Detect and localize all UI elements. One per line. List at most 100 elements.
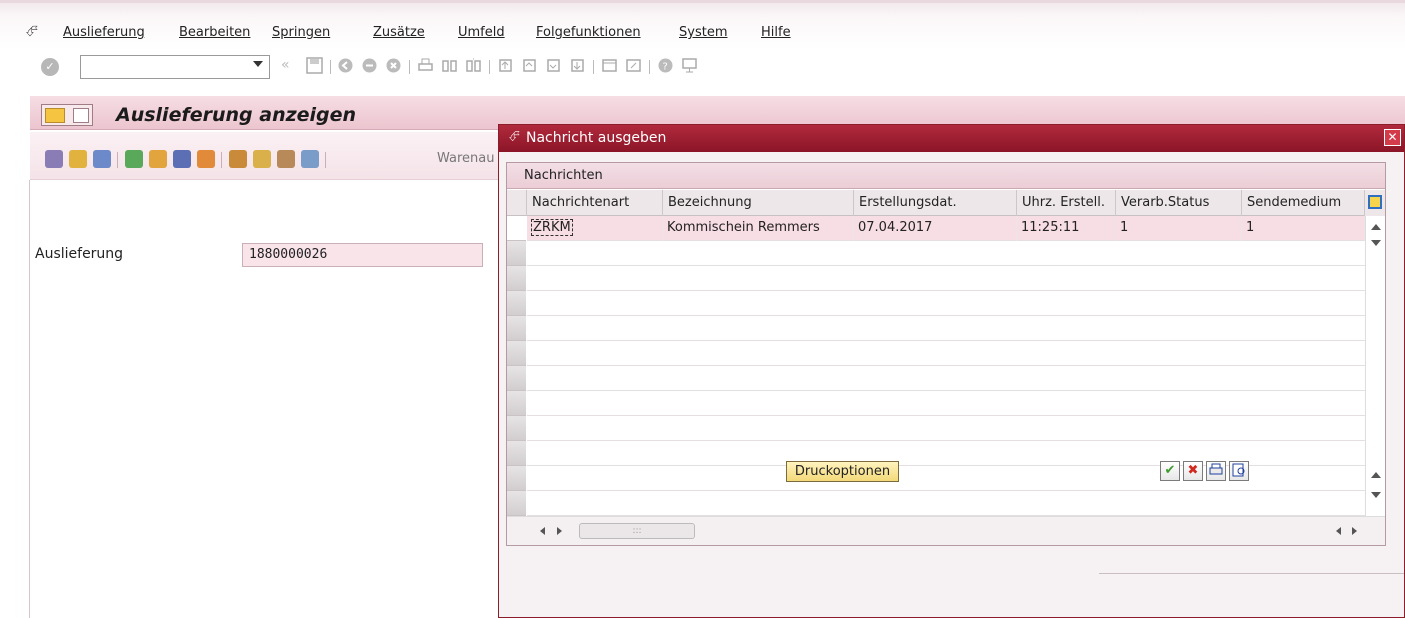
erstellungsdatum-cell: 07.04.2017 [854, 216, 1017, 241]
find-icon[interactable] [441, 57, 458, 74]
dialog-title: Nachricht ausgeben [526, 130, 667, 146]
scroll-left-end-icon[interactable] [1336, 527, 1341, 535]
verarbeitungsstatus-cell: 1 [1116, 216, 1242, 241]
table-row[interactable]: ZRKM Kommischein Remmers 07.04.2017 11:2… [527, 216, 1365, 241]
enter-check-icon[interactable]: ✓ [41, 58, 59, 76]
auslieferung-label: Auslieferung [35, 246, 124, 262]
row-selector[interactable] [507, 216, 526, 241]
packing-icon[interactable] [253, 150, 271, 168]
select-all-cell[interactable] [507, 190, 527, 216]
confirm-button[interactable]: ✔ [1160, 461, 1180, 481]
row-selector[interactable] [507, 491, 526, 516]
scroll-page-up-icon[interactable] [1371, 472, 1381, 478]
close-icon[interactable]: ✕ [1384, 129, 1401, 146]
row-selector[interactable] [507, 366, 526, 391]
menu-folgefunktionen[interactable]: Folgefunktionen [536, 25, 641, 40]
column-header[interactable]: Uhrz. Erstell. [1017, 190, 1116, 216]
vertical-scrollbar[interactable] [1365, 216, 1385, 516]
batch-icon[interactable] [301, 150, 319, 168]
row-selector[interactable] [507, 391, 526, 416]
grid-settings-icon[interactable] [1365, 190, 1385, 216]
picking-icon[interactable] [229, 150, 247, 168]
table-row [527, 241, 1365, 266]
screen-dropdown-icon [73, 108, 89, 123]
scroll-down-icon[interactable] [1371, 240, 1381, 246]
column-header[interactable]: Erstellungsdat. [854, 190, 1017, 216]
shipment-icon[interactable] [277, 150, 295, 168]
print-preview-button[interactable] [1229, 461, 1249, 481]
header-icon[interactable] [125, 150, 143, 168]
menu-springen[interactable]: Springen [272, 25, 330, 40]
scroll-up-icon[interactable] [1371, 224, 1381, 230]
warenausgang-button[interactable]: Warenau [437, 151, 495, 166]
column-header[interactable]: Verarb.Status [1116, 190, 1242, 216]
table-row [527, 391, 1365, 416]
grid-header: Nachrichtenart Bezeichnung Erstellungsda… [507, 190, 1385, 216]
last-page-icon[interactable] [569, 57, 586, 74]
screen-menu-button[interactable] [41, 104, 93, 126]
scroll-thumb[interactable]: ::: [579, 523, 695, 539]
print-preview-icon [1232, 463, 1245, 477]
delete-icon[interactable] [93, 150, 111, 168]
print-button[interactable] [1206, 461, 1226, 481]
next-page-icon[interactable] [545, 57, 562, 74]
row-selector[interactable] [507, 241, 526, 266]
row-selector[interactable] [507, 441, 526, 466]
menu-auslieferung[interactable]: Auslieferung [63, 25, 145, 40]
menu-toggle-icon[interactable]: ⮶ [26, 22, 38, 40]
help-icon[interactable]: ? [657, 57, 674, 74]
messages-grid: Nachrichten Nachrichtenart Bezeichnung E… [506, 162, 1386, 546]
column-header[interactable]: Nachrichtenart [527, 190, 663, 216]
row-selector[interactable] [507, 266, 526, 291]
prev-page-icon[interactable] [521, 57, 538, 74]
row-selector[interactable] [507, 316, 526, 341]
print-icon[interactable] [417, 57, 434, 74]
menu-zusaetze[interactable]: Zusätze [373, 25, 425, 40]
first-page-icon[interactable] [497, 57, 514, 74]
column-header[interactable]: Bezeichnung [663, 190, 854, 216]
command-dropdown-icon[interactable] [253, 61, 263, 67]
nachrichtenart-value: ZRKM [531, 219, 573, 236]
scroll-page-down-icon[interactable] [1371, 492, 1381, 498]
row-selector[interactable] [507, 466, 526, 491]
column-header[interactable]: Sendemedium [1242, 190, 1365, 216]
menu-bearbeiten[interactable]: Bearbeiten [179, 25, 250, 40]
history-icon: « [281, 57, 290, 73]
partner-icon[interactable] [197, 150, 215, 168]
row-selector[interactable] [507, 416, 526, 441]
uhrzeit-cell: 11:25:11 [1017, 216, 1116, 241]
table-row [527, 366, 1365, 391]
dialog-menu-icon[interactable]: ⮶ [509, 129, 520, 145]
scroll-right-end-icon[interactable] [1352, 527, 1357, 535]
scroll-left-icon[interactable] [540, 527, 545, 535]
auslieferung-field[interactable]: 1880000026 [242, 243, 483, 267]
horizontal-scrollbar[interactable]: ::: [507, 516, 1385, 545]
row-selector[interactable] [507, 341, 526, 366]
nachrichtenart-cell[interactable]: ZRKM [527, 216, 663, 241]
left-panel [0, 180, 30, 618]
new-session-icon[interactable] [601, 57, 618, 74]
print-icon [1209, 463, 1223, 475]
svg-text:?: ? [663, 62, 668, 73]
find-next-icon[interactable] [465, 57, 482, 74]
save-icon[interactable] [306, 57, 323, 74]
scroll-right-icon[interactable] [557, 527, 562, 535]
display-change-icon[interactable] [45, 150, 63, 168]
druckoptionen-button[interactable]: Druckoptionen [786, 461, 899, 482]
menu-hilfe[interactable]: Hilfe [761, 25, 791, 40]
cancel-button[interactable]: ✖ [1183, 461, 1203, 481]
screen-icon [45, 108, 65, 123]
menu-system[interactable]: System [679, 25, 727, 40]
cancel-icon[interactable] [385, 57, 402, 74]
command-field[interactable] [80, 55, 270, 79]
layout-icon[interactable] [681, 57, 698, 74]
message-dialog: ⮶ Nachricht ausgeben ✕ Nachrichten Nachr… [498, 124, 1405, 618]
menu-umfeld[interactable]: Umfeld [458, 25, 505, 40]
exit-icon[interactable] [361, 57, 378, 74]
shortcut-icon[interactable] [625, 57, 642, 74]
row-selector[interactable] [507, 291, 526, 316]
create-icon[interactable] [69, 150, 87, 168]
items-icon[interactable] [173, 150, 191, 168]
overview-icon[interactable] [149, 150, 167, 168]
back-icon[interactable] [337, 57, 354, 74]
